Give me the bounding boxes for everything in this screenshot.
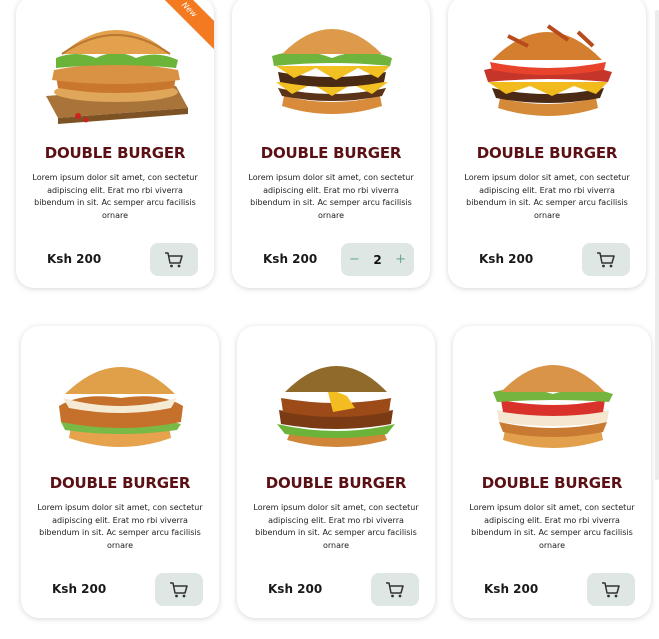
add-to-cart-button[interactable] bbox=[582, 243, 630, 276]
product-description: Lorem ipsum dolor sit amet, con sectetur… bbox=[248, 173, 414, 220]
add-to-cart-button[interactable] bbox=[155, 573, 203, 606]
product-card[interactable]: DOUBLE BURGER Lorem ipsum dolor sit amet… bbox=[21, 326, 219, 618]
double-cheeseburger-icon bbox=[272, 29, 392, 114]
quantity-value: 2 bbox=[373, 252, 382, 267]
fried-chicken-burger-icon bbox=[59, 367, 183, 447]
product-card[interactable]: DOUBLE BURGER Lorem ipsum dolor sit amet… bbox=[448, 0, 646, 288]
product-title: DOUBLE BURGER bbox=[265, 474, 407, 492]
product-price: Ksh 200 bbox=[484, 582, 539, 596]
product-price: Ksh 200 bbox=[47, 252, 102, 266]
product-description: Lorem ipsum dolor sit amet, con sectetur… bbox=[253, 503, 419, 550]
product-price: Ksh 200 bbox=[479, 252, 534, 266]
decrement-button[interactable]: − bbox=[349, 252, 360, 267]
product-title: DOUBLE BURGER bbox=[481, 474, 623, 492]
quantity-stepper[interactable]: − 2 + bbox=[341, 243, 414, 276]
product-price: Ksh 200 bbox=[268, 582, 323, 596]
bacon-cheeseburger-icon bbox=[484, 24, 612, 116]
cart-icon bbox=[597, 251, 615, 267]
add-to-cart-button[interactable] bbox=[150, 243, 198, 276]
product-description: Lorem ipsum dolor sit amet, con sectetur… bbox=[32, 173, 198, 220]
cart-icon bbox=[170, 581, 188, 597]
tomato-chicken-burger-icon bbox=[493, 365, 613, 448]
product-card[interactable]: DOUBLE BURGER Lorem ipsum dolor sit amet… bbox=[232, 0, 430, 288]
product-title: DOUBLE BURGER bbox=[476, 144, 618, 162]
product-title: DOUBLE BURGER bbox=[260, 144, 402, 162]
cart-icon bbox=[602, 581, 620, 597]
increment-button[interactable]: + bbox=[395, 252, 406, 267]
product-price: Ksh 200 bbox=[52, 582, 107, 596]
add-to-cart-button[interactable] bbox=[371, 573, 419, 606]
product-card[interactable]: DOUBLE BURGER Lorem ipsum dolor sit amet… bbox=[237, 326, 435, 618]
product-description: Lorem ipsum dolor sit amet, con sectetur… bbox=[37, 503, 203, 550]
product-card[interactable]: DOUBLE BURGER Lorem ipsum dolor sit amet… bbox=[453, 326, 651, 618]
add-to-cart-button[interactable] bbox=[587, 573, 635, 606]
product-description: Lorem ipsum dolor sit amet, con sectetur… bbox=[464, 173, 630, 220]
product-price: Ksh 200 bbox=[263, 252, 318, 266]
stacked-crispy-burger-icon bbox=[277, 366, 395, 447]
product-title: DOUBLE BURGER bbox=[49, 474, 191, 492]
product-description: Lorem ipsum dolor sit amet, con sectetur… bbox=[469, 503, 635, 550]
product-title: DOUBLE BURGER bbox=[44, 144, 186, 162]
cart-icon bbox=[386, 581, 404, 597]
cart-icon bbox=[165, 251, 183, 267]
product-card[interactable]: New DOUBLE BURGER Lorem ipsum dolor sit … bbox=[16, 0, 214, 288]
vertical-scrollbar[interactable] bbox=[655, 10, 659, 480]
